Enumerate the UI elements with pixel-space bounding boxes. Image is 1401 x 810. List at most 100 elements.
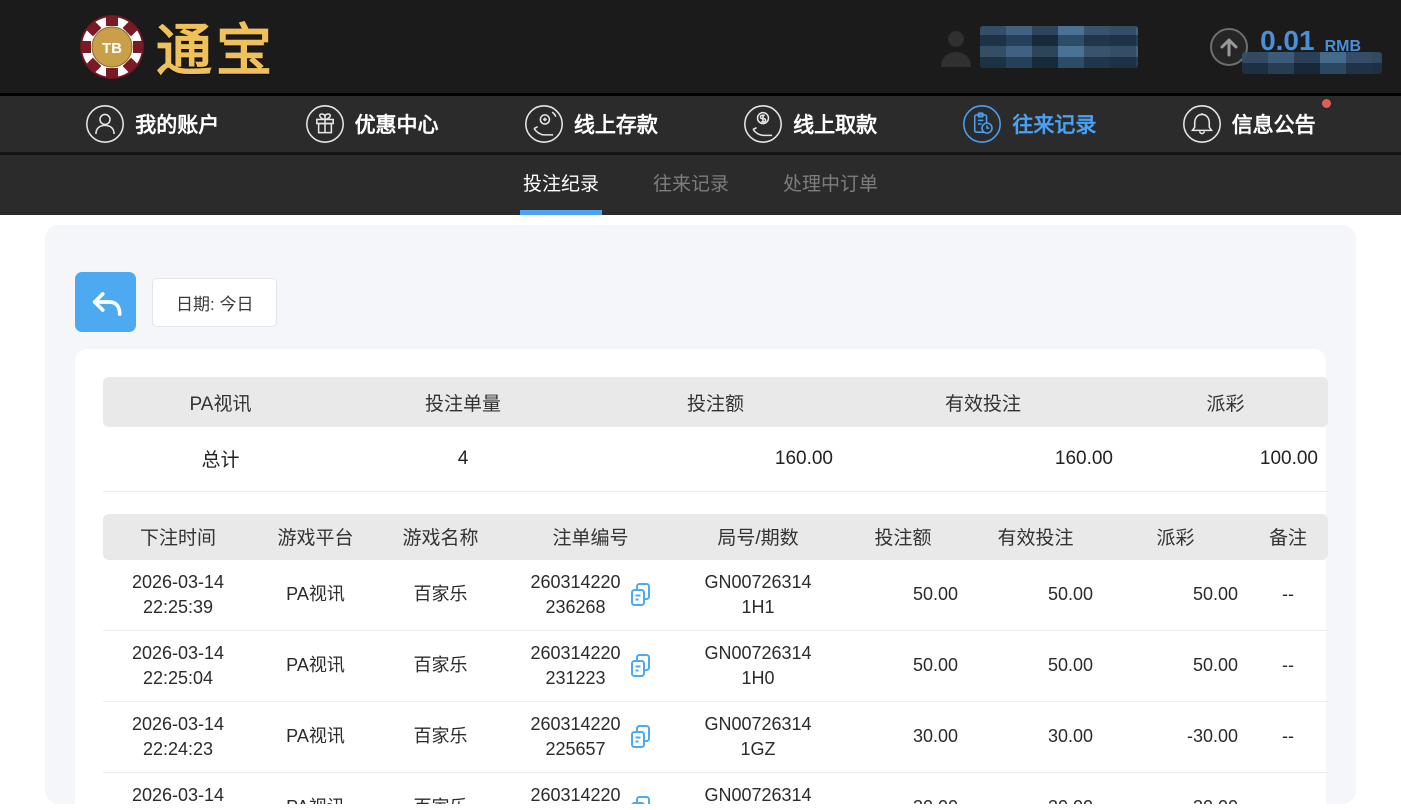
bet-remark: --	[1248, 630, 1328, 701]
bet-remark: --	[1248, 560, 1328, 631]
bet-remark: --	[1248, 701, 1328, 772]
nav-item-announcements[interactable]: 信息公告	[1182, 104, 1316, 144]
nav-item-withdraw[interactable]: 线上取款	[743, 104, 877, 144]
summary-total-valid: 160.00	[843, 427, 1123, 491]
bets-header-row: 下注时间 游戏平台 游戏名称 注单编号 局号/期数 投注额 有效投注 派彩 备注	[103, 514, 1328, 560]
bet-game: 百家乐	[378, 772, 503, 804]
username-censored[interactable]	[938, 25, 1138, 69]
summary-total-row: 总计 4 160.00 160.00 100.00	[103, 427, 1328, 491]
summary-header-platform: PA视讯	[103, 377, 338, 427]
nav-item-deposit[interactable]: 线上存款	[524, 104, 658, 144]
bet-platform: PA视讯	[253, 701, 378, 772]
brand-name: 通宝	[156, 6, 276, 87]
summary-total-payout: 100.00	[1123, 427, 1328, 491]
bet-platform: PA视讯	[253, 772, 378, 804]
copy-icon[interactable]	[629, 795, 652, 805]
main-nav: 我的账户 优惠中心 线上存款 线上取款	[0, 96, 1401, 155]
summary-total-amount: 160.00	[588, 427, 843, 491]
bet-game: 百家乐	[378, 630, 503, 701]
bets-header-bet-no: 注单编号	[503, 514, 678, 560]
svg-text:TB: TB	[102, 40, 122, 57]
table-row: 2026-03-14 22:23:48 PA视讯 百家乐 26031422022…	[103, 772, 1328, 804]
bet-number: 260314220236268	[530, 570, 622, 620]
nav-label: 往来记录	[1012, 109, 1096, 139]
gift-icon	[305, 104, 345, 144]
round-number: GN007263141H0	[701, 641, 815, 691]
summary-table: PA视讯 投注单量 投注额 有效投注 派彩 总计 4 160.00 160.00…	[103, 377, 1328, 492]
withdraw-icon	[743, 104, 783, 144]
bet-amount: 30.00	[838, 701, 968, 772]
copy-icon[interactable]	[629, 653, 652, 679]
summary-header-payout: 派彩	[1123, 377, 1328, 427]
bet-game: 百家乐	[378, 560, 503, 631]
bet-time: 2026-03-14 22:23:48	[122, 783, 234, 805]
bet-remark: --	[1248, 772, 1328, 804]
bet-time: 2026-03-14 22:25:04	[122, 641, 234, 691]
brand-logo[interactable]: TB 通宝	[78, 6, 276, 87]
bet-number: 260314220220908	[530, 783, 622, 805]
records-icon	[962, 104, 1002, 144]
bets-header-game: 游戏名称	[378, 514, 503, 560]
bet-platform: PA视讯	[253, 630, 378, 701]
bet-time: 2026-03-14 22:24:23	[122, 712, 234, 762]
bets-header-platform: 游戏平台	[253, 514, 378, 560]
user-area: 0.01 RMB	[938, 25, 1361, 69]
table-row: 2026-03-14 22:24:23 PA视讯 百家乐 26031422022…	[103, 701, 1328, 772]
notification-badge-dot	[1322, 99, 1331, 108]
censored-balance-block	[1242, 52, 1382, 74]
user-icon	[85, 104, 125, 144]
summary-header-row: PA视讯 投注单量 投注额 有效投注 派彩	[103, 377, 1328, 427]
summary-header-valid: 有效投注	[843, 377, 1123, 427]
nav-label: 信息公告	[1232, 109, 1316, 139]
round-number: GN007263141GY	[701, 783, 815, 805]
table-row: 2026-03-14 22:25:04 PA视讯 百家乐 26031422023…	[103, 630, 1328, 701]
bets-header-round: 局号/期数	[678, 514, 838, 560]
nav-label: 优惠中心	[355, 109, 439, 139]
round-number: GN007263141GZ	[701, 712, 815, 762]
nav-item-my-account[interactable]: 我的账户	[85, 104, 219, 144]
deposit-icon	[524, 104, 564, 144]
nav-item-promotions[interactable]: 优惠中心	[305, 104, 439, 144]
balance-widget[interactable]: 0.01 RMB	[1208, 26, 1361, 68]
nav-label: 线上取款	[793, 109, 877, 139]
summary-header-count: 投注单量	[338, 377, 588, 427]
bet-number: 260314220225657	[530, 712, 622, 762]
top-header: TB 通宝 0.01 RMB	[0, 0, 1401, 96]
bet-amount: 30.00	[838, 772, 968, 804]
back-arrow-icon	[85, 281, 127, 323]
bet-payout: 50.00	[1103, 630, 1248, 701]
toolbar: 日期: 今日	[75, 272, 1326, 332]
back-button[interactable]	[75, 272, 136, 332]
round-number: GN007263141H1	[701, 570, 815, 620]
table-row: 2026-03-14 22:25:39 PA视讯 百家乐 26031422023…	[103, 560, 1328, 631]
sub-nav-tabs: 投注纪录 往来记录 处理中订单	[0, 155, 1401, 215]
date-filter[interactable]: 日期: 今日	[152, 278, 277, 327]
copy-icon[interactable]	[629, 582, 652, 608]
bet-platform: PA视讯	[253, 560, 378, 631]
bet-valid: 50.00	[968, 630, 1103, 701]
nav-label: 线上存款	[574, 109, 658, 139]
records-card: PA视讯 投注单量 投注额 有效投注 派彩 总计 4 160.00 160.00…	[75, 349, 1326, 804]
tab-processing-orders[interactable]: 处理中订单	[780, 155, 881, 215]
bets-header-amount: 投注额	[838, 514, 968, 560]
bets-header-valid: 有效投注	[968, 514, 1103, 560]
user-avatar-icon	[938, 25, 974, 69]
nav-item-transaction-records[interactable]: 往来记录	[962, 104, 1096, 144]
bet-number: 260314220231223	[530, 641, 622, 691]
bet-payout: 30.00	[1103, 772, 1248, 804]
copy-icon[interactable]	[629, 724, 652, 750]
poker-chip-logo-icon: TB	[78, 13, 146, 81]
summary-total-label: 总计	[103, 427, 338, 491]
bet-amount: 50.00	[838, 560, 968, 631]
bets-table: 下注时间 游戏平台 游戏名称 注单编号 局号/期数 投注额 有效投注 派彩 备注	[103, 514, 1328, 805]
tab-bet-records[interactable]: 投注纪录	[520, 155, 602, 215]
bets-header-remark: 备注	[1248, 514, 1328, 560]
bets-header-payout: 派彩	[1103, 514, 1248, 560]
records-panel: 日期: 今日 PA视讯 投注单量 投注额 有效投注 派彩 总计	[45, 225, 1356, 804]
censored-username-block	[980, 26, 1138, 68]
tab-transaction-records[interactable]: 往来记录	[650, 155, 732, 215]
summary-header-amount: 投注额	[588, 377, 843, 427]
bet-game: 百家乐	[378, 701, 503, 772]
summary-total-count: 4	[338, 427, 588, 491]
content-area: 日期: 今日 PA视讯 投注单量 投注额 有效投注 派彩 总计	[0, 225, 1401, 810]
